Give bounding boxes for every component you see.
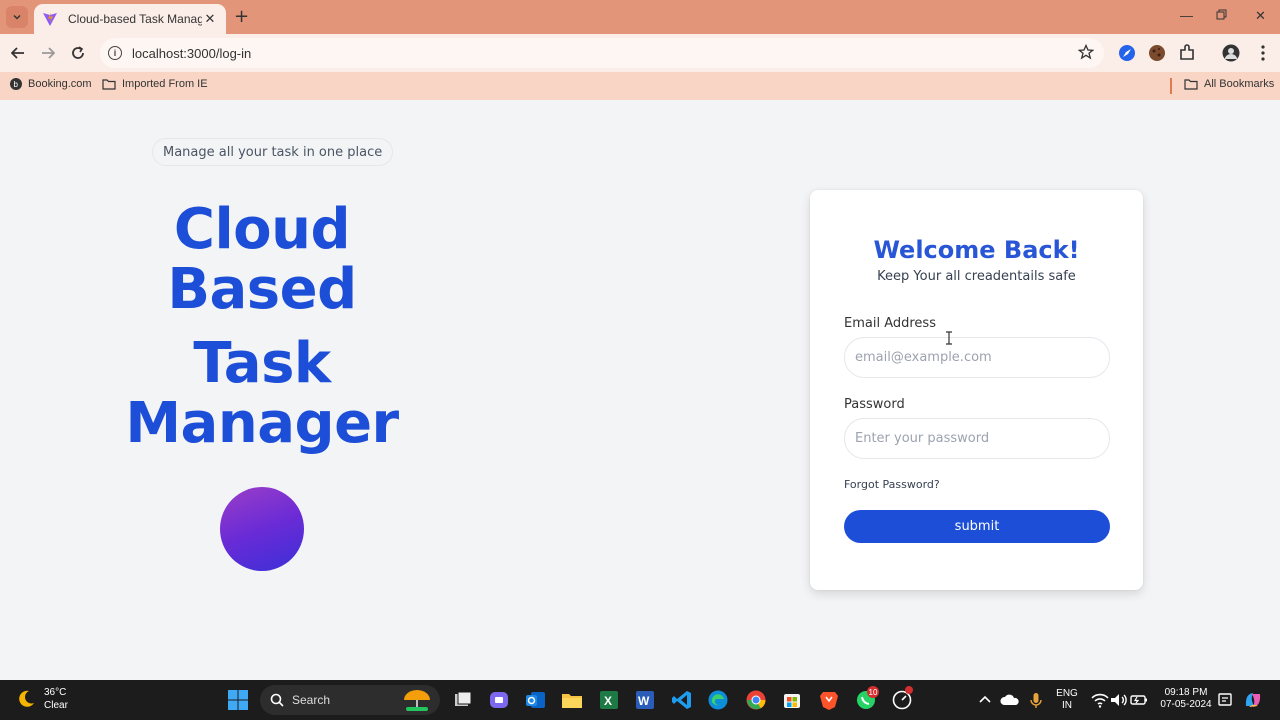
profile-avatar-icon[interactable] bbox=[1222, 44, 1240, 62]
password-label: Password bbox=[844, 397, 905, 412]
close-tab-icon[interactable]: ✕ bbox=[202, 12, 218, 27]
menu-kebab-icon[interactable] bbox=[1254, 44, 1272, 62]
outlook-icon[interactable] bbox=[525, 689, 547, 711]
hero-heading-primary: Cloud Based bbox=[62, 200, 462, 320]
file-explorer-icon[interactable] bbox=[561, 689, 583, 711]
weather-desc: Clear bbox=[44, 700, 68, 711]
tab-strip: Cloud-based Task Manager ✕ + — ✕ bbox=[0, 0, 1280, 34]
submit-button[interactable]: submit bbox=[844, 510, 1110, 543]
all-bookmarks-label: All Bookmarks bbox=[1204, 78, 1275, 90]
tab-title: Cloud-based Task Manager bbox=[68, 12, 202, 26]
clock[interactable]: 09:18 PM 07-05-2024 bbox=[1156, 687, 1216, 711]
email-label: Email Address bbox=[844, 316, 936, 331]
hero-heading-secondary: Task Manager bbox=[62, 334, 462, 454]
address-bar[interactable]: i localhost:3000/log-in bbox=[100, 38, 1104, 68]
volume-icon[interactable] bbox=[1108, 689, 1130, 711]
reload-icon[interactable] bbox=[68, 43, 88, 63]
bookmark-label: Booking.com bbox=[28, 78, 92, 90]
text-cursor-icon bbox=[946, 331, 952, 345]
battery-icon[interactable] bbox=[1128, 689, 1150, 711]
login-card: Welcome Back! Keep Your all creadentails… bbox=[810, 190, 1143, 590]
minimize-icon[interactable]: — bbox=[1180, 8, 1193, 23]
brave-browser-icon[interactable] bbox=[818, 689, 840, 711]
task-view-icon[interactable] bbox=[452, 689, 474, 711]
login-title: Welcome Back! bbox=[873, 236, 1080, 264]
hero-line: Manager bbox=[125, 391, 399, 456]
onedrive-cloud-icon[interactable] bbox=[999, 689, 1021, 711]
bookmarks-separator bbox=[1170, 78, 1172, 94]
edge-icon[interactable] bbox=[707, 689, 729, 711]
bookmark-star-icon[interactable] bbox=[1078, 44, 1094, 60]
excel-icon[interactable]: X bbox=[598, 689, 620, 711]
language-line: ENG bbox=[1056, 688, 1078, 699]
folder-icon bbox=[102, 79, 116, 90]
bookmark-imported-folder[interactable]: Imported From IE bbox=[102, 78, 208, 90]
forward-arrow-icon[interactable] bbox=[38, 43, 58, 63]
bookmark-booking[interactable]: b Booking.com bbox=[10, 78, 92, 90]
bookmarks-bar: b Booking.com Imported From IE All Bookm… bbox=[0, 72, 1280, 100]
microsoft-store-icon[interactable] bbox=[781, 689, 803, 711]
whatsapp-badge: 10 bbox=[867, 686, 879, 698]
weather-temp: 36°C bbox=[44, 687, 67, 698]
password-input[interactable] bbox=[844, 418, 1110, 459]
extension-compass-icon[interactable] bbox=[1118, 44, 1136, 62]
search-icon bbox=[270, 693, 284, 707]
notification-dot bbox=[905, 686, 913, 694]
taskbar-search[interactable]: Search bbox=[260, 685, 440, 715]
svg-text:b: b bbox=[14, 80, 19, 89]
chevron-down-icon bbox=[13, 14, 21, 20]
hero-line: Task bbox=[193, 331, 331, 396]
booking-favicon-icon: b bbox=[10, 78, 22, 90]
folder-icon bbox=[1184, 79, 1198, 90]
forgot-password-link[interactable]: Forgot Password? bbox=[844, 478, 940, 491]
notification-bell-icon[interactable] bbox=[1214, 689, 1236, 711]
bookmark-label: Imported From IE bbox=[122, 78, 208, 90]
weather-widget[interactable]: 36°C Clear bbox=[16, 686, 68, 712]
word-icon[interactable]: W bbox=[634, 689, 656, 711]
hero-line: Based bbox=[167, 257, 357, 322]
vite-favicon-icon bbox=[43, 12, 57, 26]
tab-search-button[interactable] bbox=[6, 6, 28, 28]
close-window-icon[interactable]: ✕ bbox=[1255, 8, 1266, 24]
login-page: Manage all your task in one place Cloud … bbox=[0, 100, 1280, 680]
back-arrow-icon[interactable] bbox=[8, 43, 28, 63]
site-info-icon[interactable]: i bbox=[108, 46, 122, 60]
copilot-icon[interactable] bbox=[1242, 689, 1264, 711]
url-text: localhost:3000/log-in bbox=[132, 45, 252, 61]
browser-toolbar: i localhost:3000/log-in bbox=[0, 34, 1280, 72]
vscode-icon[interactable] bbox=[671, 689, 693, 711]
hero-line: Cloud bbox=[173, 197, 351, 262]
clock-date: 07-05-2024 bbox=[1160, 699, 1212, 710]
gradient-orb bbox=[220, 487, 304, 571]
beach-umbrella-icon bbox=[404, 690, 430, 711]
search-label: Search bbox=[292, 693, 331, 707]
puzzle-extensions-icon[interactable] bbox=[1178, 44, 1196, 62]
email-input[interactable] bbox=[844, 337, 1110, 378]
microphone-icon[interactable] bbox=[1025, 689, 1047, 711]
clock-time: 09:18 PM bbox=[1164, 687, 1208, 698]
language-line: IN bbox=[1062, 700, 1072, 711]
restore-icon[interactable] bbox=[1216, 8, 1227, 23]
chrome-icon[interactable] bbox=[745, 689, 767, 711]
tray-chevron-up-icon[interactable] bbox=[974, 689, 996, 711]
language-indicator[interactable]: ENG IN bbox=[1054, 688, 1080, 712]
login-subtitle: Keep Your all creadentails safe bbox=[877, 269, 1076, 284]
active-tab[interactable]: Cloud-based Task Manager ✕ bbox=[34, 4, 226, 34]
teams-chat-icon[interactable] bbox=[488, 689, 510, 711]
svg-text:W: W bbox=[638, 694, 650, 708]
all-bookmarks-folder[interactable]: All Bookmarks bbox=[1184, 78, 1274, 90]
windows-start-icon[interactable] bbox=[227, 689, 249, 711]
new-tab-icon[interactable]: + bbox=[234, 7, 249, 27]
moon-icon bbox=[19, 690, 34, 707]
svg-text:X: X bbox=[604, 694, 612, 708]
cookie-extension-icon[interactable] bbox=[1148, 44, 1166, 62]
tagline-pill: Manage all your task in one place bbox=[152, 138, 394, 166]
windows-taskbar: 36°C Clear Search X W 10 ENG IN 09:18 PM… bbox=[0, 680, 1280, 720]
